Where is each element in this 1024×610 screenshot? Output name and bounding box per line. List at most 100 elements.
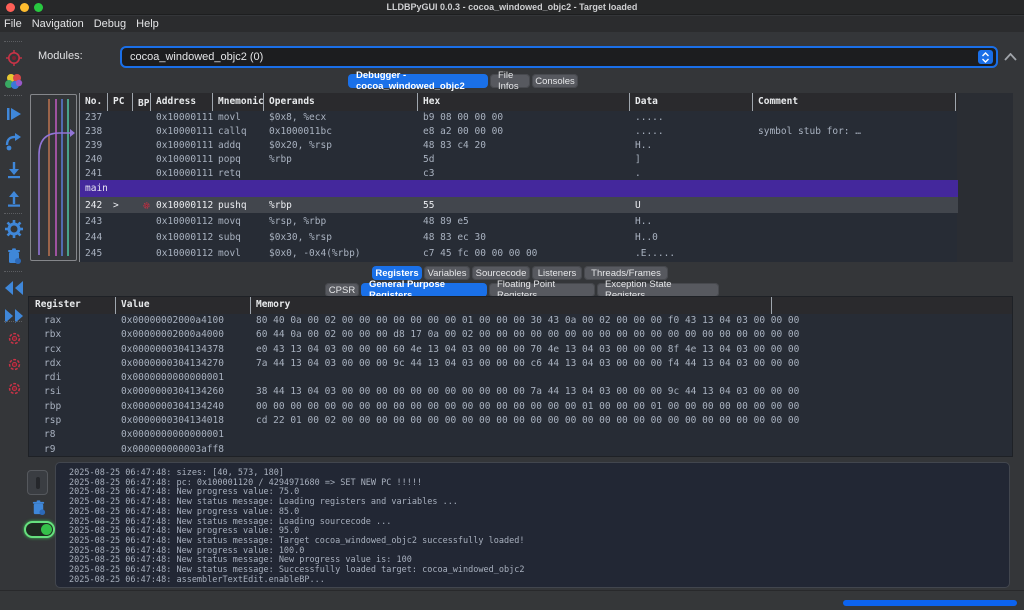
- disasm-row-238[interactable]: 2380x100001115callq0x1000011bce8 a2 00 0…: [80, 125, 958, 139]
- disasm-cell-operands: %rsp, %rbp: [264, 216, 418, 227]
- menu-navigation[interactable]: Navigation: [32, 18, 84, 30]
- target-2-icon[interactable]: [3, 353, 25, 375]
- disasm-cell-no: 238: [80, 126, 108, 137]
- tab-cpsr[interactable]: CPSR: [325, 283, 359, 297]
- disasm-cell-data: ]: [630, 154, 753, 165]
- continue-icon[interactable]: [3, 103, 25, 125]
- tab-variables[interactable]: Variables: [424, 266, 470, 280]
- disasm-cell-operands: %rbp: [264, 154, 418, 165]
- log-autoscroll-toggle[interactable]: [24, 521, 55, 538]
- tab-general-purpose-registers[interactable]: General Purpose Registers: [361, 283, 487, 297]
- disasm-col-bp: BP: [133, 93, 151, 111]
- modules-dropdown[interactable]: cocoa_windowed_objc2 (0): [120, 46, 998, 68]
- disasm-row-240[interactable]: 2400x10000111epopq%rbp5d]: [80, 152, 958, 166]
- register-row-rbx[interactable]: rbx0x00000002000a400060 44 0a 00 02 00 0…: [29, 328, 1012, 342]
- disasm-row-239[interactable]: 2390x10000111aaddq$0x20, %rsp48 83 c4 20…: [80, 139, 958, 153]
- menu-debug[interactable]: Debug: [94, 18, 126, 30]
- disasm-cell-mnemonic: movl: [213, 248, 264, 259]
- step-out-icon[interactable]: [3, 187, 25, 209]
- register-name: rsp: [44, 415, 61, 426]
- disasm-row-237[interactable]: 2370x100001110movl$0x8, %ecxb9 08 00 00 …: [80, 111, 958, 125]
- log-scroll-lock-button[interactable]: [27, 470, 48, 495]
- disasm-body[interactable]: 2370x100001110movl$0x8, %ecxb9 08 00 00 …: [80, 111, 958, 262]
- clear-log-button[interactable]: [27, 496, 49, 518]
- modules-dropdown-value: cocoa_windowed_objc2 (0): [130, 51, 263, 63]
- tab-sourcecode[interactable]: Sourcecode: [472, 266, 530, 280]
- disasm-cell-address: 0x10000111f: [151, 168, 213, 179]
- register-row-rbp[interactable]: rbp0x000000030413424000 00 00 00 00 00 0…: [29, 400, 1012, 414]
- disasm-col-address: Address: [151, 93, 213, 111]
- disasm-cell-hex: c3: [418, 168, 630, 179]
- disasm-cell-no: 240: [80, 154, 108, 165]
- register-row-rdi[interactable]: rdi0x0000000000000001: [29, 371, 1012, 385]
- register-memory: 60 44 0a 00 02 00 00 00 d8 17 0a 00 02 0…: [256, 329, 799, 340]
- disasm-cell-mnemonic: addq: [213, 140, 264, 151]
- tab-floating-point-registers[interactable]: Floating Point Registers: [489, 283, 595, 297]
- tab-threads-frames[interactable]: Threads/Frames: [584, 266, 668, 280]
- progress-bar: [843, 600, 1017, 606]
- register-name: rcx: [44, 344, 61, 355]
- disasm-row-244[interactable]: 2440x100001124subq$0x30, %rsp48 83 ec 30…: [80, 229, 958, 245]
- disasm-cell-address: 0x10000111a: [151, 140, 213, 151]
- target-3-icon[interactable]: [3, 377, 25, 399]
- disasm-cell-mnemonic: retq: [213, 168, 264, 179]
- menu-file[interactable]: File: [4, 18, 22, 30]
- register-value: 0x0000000304134018: [121, 415, 224, 426]
- register-value: 0x0000000000000001: [121, 372, 224, 383]
- disasm-cell-pc: >: [108, 200, 133, 211]
- register-name: rbx: [44, 329, 61, 340]
- trash-icon[interactable]: [3, 245, 25, 267]
- disasm-cell-hex: 48 83 c4 20: [418, 140, 630, 151]
- register-memory: cd 22 01 00 02 00 00 00 00 00 00 00 00 0…: [256, 415, 799, 426]
- disassembly-table[interactable]: No.PCBPAddressMnemonicOperandsHexDataCom…: [79, 93, 957, 262]
- disasm-row-245[interactable]: 2450x100001128movl$0x0, -0x4(%rbp)c7 45 …: [80, 246, 958, 262]
- rewind-icon[interactable]: [3, 277, 25, 299]
- disasm-cell-bp[interactable]: [133, 200, 151, 211]
- disasm-cell-comment: symbol stub for: …: [753, 126, 956, 137]
- menu-help[interactable]: Help: [136, 18, 159, 30]
- modules-color-icon[interactable]: [3, 71, 25, 93]
- register-row-rcx[interactable]: rcx0x0000000304134378e0 43 13 04 03 00 0…: [29, 343, 1012, 357]
- fast-forward-icon[interactable]: [3, 305, 25, 327]
- disasm-cell-no: 237: [80, 112, 108, 123]
- disasm-row-241[interactable]: 2410x10000111fretqc3.: [80, 166, 958, 180]
- disasm-row-242[interactable]: 242>0x100001120pushq%rbp55U: [80, 197, 958, 213]
- disasm-cell-operands: $0x8, %ecx: [264, 112, 418, 123]
- dropdown-stepper-icon[interactable]: [978, 50, 993, 64]
- register-row-rax[interactable]: rax0x00000002000a410080 40 0a 00 02 00 0…: [29, 314, 1012, 328]
- run-over-icon[interactable]: [3, 131, 25, 153]
- settings-gear-icon[interactable]: [3, 218, 25, 240]
- register-value: 0x00000002000a4100: [121, 315, 224, 326]
- register-memory: e0 43 13 04 03 00 00 00 60 4e 13 04 03 0…: [256, 344, 799, 355]
- disasm-cell-mnemonic: pushq: [213, 200, 264, 211]
- memory-col-header: Memory: [256, 299, 290, 310]
- jump-flow-graph: [30, 94, 77, 261]
- register-row-rdx[interactable]: rdx0x00000003041342707a 44 13 04 03 00 0…: [29, 357, 1012, 371]
- disasm-cell-address: 0x100001128: [151, 248, 213, 259]
- register-table[interactable]: Register Value Memory rax0x00000002000a4…: [28, 296, 1013, 457]
- register-row-rsp[interactable]: rsp 0x0000000304134018 cd 22 01 00 02 00 0…: [29, 414, 1012, 428]
- breakpoint-target-icon[interactable]: [3, 47, 25, 69]
- register-row-r8[interactable]: r80x0000000000000001: [29, 428, 1012, 442]
- step-into-icon[interactable]: [3, 159, 25, 181]
- disasm-row-243[interactable]: 2430x100001121movq%rsp, %rbp48 89 e5H..: [80, 213, 958, 229]
- tab-debugger[interactable]: Debugger - cocoa_windowed_objc2: [348, 74, 488, 88]
- tab-consoles[interactable]: Consoles: [532, 74, 578, 88]
- disasm-cell-data: .....: [630, 112, 753, 123]
- disasm-label-row[interactable]: main: [80, 180, 958, 197]
- tab-registers[interactable]: Registers: [372, 266, 422, 280]
- column-divider: [250, 297, 251, 314]
- disasm-cell-no: 243: [80, 216, 108, 227]
- register-row-r9[interactable]: r90x000000000003aff8: [29, 443, 1012, 457]
- target-1-icon[interactable]: [3, 327, 25, 349]
- chevron-up-icon[interactable]: [1002, 49, 1019, 65]
- tab-listeners[interactable]: Listeners: [532, 266, 582, 280]
- register-body[interactable]: rax0x00000002000a410080 40 0a 00 02 00 0…: [29, 314, 1012, 457]
- tab-exception-state-registers[interactable]: Exception State Registers: [597, 283, 719, 297]
- sidebar-separator: [4, 213, 22, 214]
- titlebar: LLDBPyGUI 0.0.3 - cocoa_windowed_objc2 -…: [0, 0, 1024, 15]
- tab-file-infos[interactable]: File Infos: [490, 74, 530, 88]
- register-name: rdx: [44, 358, 61, 369]
- log-output[interactable]: 2025-08-25 06:47:48: sizes: [40, 573, 18…: [55, 462, 1010, 588]
- register-row-rsi[interactable]: rsi0x000000030413426038 44 13 04 03 00 0…: [29, 385, 1012, 399]
